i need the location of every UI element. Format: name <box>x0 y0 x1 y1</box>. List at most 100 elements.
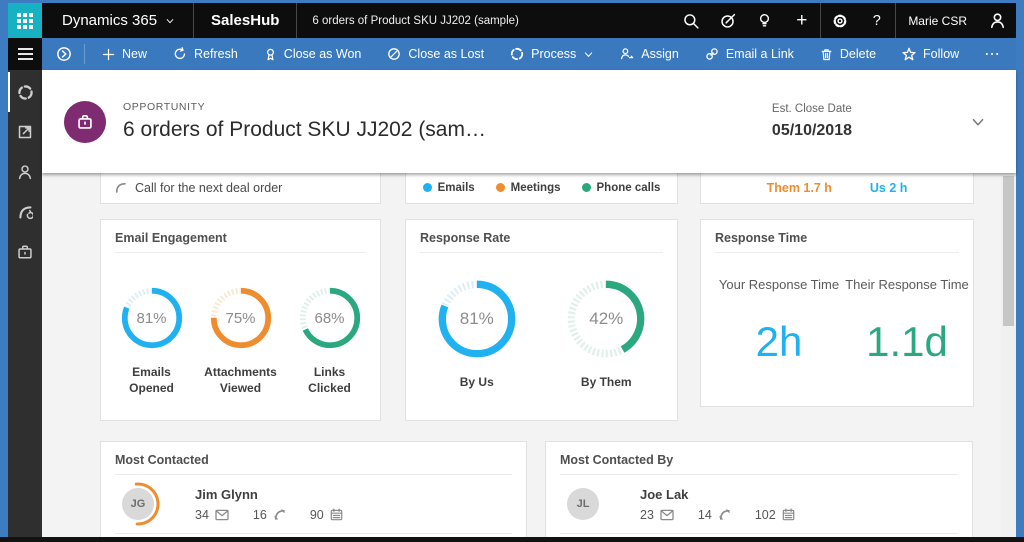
avatar-initials: JL <box>567 488 599 520</box>
quick-create-icon <box>720 13 736 29</box>
add-activity-button[interactable]: + <box>783 3 820 38</box>
divider <box>115 252 366 253</box>
emails-opened-donut: 81% Emails Opened <box>107 285 196 396</box>
page-title: 6 orders of Product SKU JJ202 (sam… <box>123 118 486 142</box>
chevron-down-icon <box>165 16 175 26</box>
window-bottom-edge <box>0 537 1024 542</box>
refresh-button[interactable]: Refresh <box>160 38 251 70</box>
card-title: Response Rate <box>406 220 677 252</box>
sidebar-item-contacts[interactable] <box>8 152 42 192</box>
response-time-columns: Your Response Time 2h Their Response Tim… <box>701 277 973 366</box>
vertical-scrollbar[interactable] <box>1001 173 1016 537</box>
assign-button[interactable]: Assign <box>607 38 692 70</box>
their-response-time: Their Response Time 1.1d <box>843 277 971 366</box>
briefcase-icon <box>17 244 33 260</box>
est-close-date-label: Est. Close Date <box>772 103 852 115</box>
donut-label: Attachments Viewed <box>196 365 285 396</box>
sidebar-item-opportunity[interactable] <box>8 232 42 272</box>
app-name[interactable]: SalesHub <box>194 3 296 38</box>
brand-menu[interactable]: Dynamics 365 <box>42 3 193 38</box>
legend-dot-meetings <box>496 183 505 192</box>
calendar-icon <box>330 508 343 521</box>
new-button[interactable]: New <box>89 38 160 70</box>
close-as-lost-button[interactable]: Close as Lost <box>374 38 497 70</box>
email-engagement-card: Email Engagement 81% Emails Opened <box>100 219 381 421</box>
donut-label: Emails Opened <box>107 365 196 396</box>
person-icon <box>989 12 1006 29</box>
process-circle-icon <box>17 84 34 101</box>
meeting-count: 90 <box>310 508 343 522</box>
quick-create-button[interactable] <box>709 3 746 38</box>
left-nav-sidebar <box>8 70 42 537</box>
delete-button[interactable]: Delete <box>807 38 889 70</box>
avatar-initials: JG <box>122 488 154 520</box>
search-button[interactable] <box>672 3 709 38</box>
app-launcher-button[interactable] <box>8 3 42 38</box>
chevron-down-icon <box>970 114 986 130</box>
process-button[interactable]: Process <box>497 38 607 70</box>
record-title-block: OPPORTUNITY 6 orders of Product SKU JJ20… <box>123 101 486 142</box>
contact-row[interactable]: JG Jim Glynn 34 16 <box>101 475 526 533</box>
process-circle-icon <box>510 47 524 61</box>
sidebar-item-popout[interactable] <box>8 112 42 152</box>
email-count: 34 <box>195 508 229 522</box>
phone-callback-icon <box>17 204 33 220</box>
account-button[interactable] <box>979 3 1016 38</box>
phone-icon <box>718 508 731 521</box>
collapse-header-button[interactable] <box>970 114 986 130</box>
talk-time-card: Them 1.7 h Us 2 h <box>700 173 974 204</box>
your-response-time-value: 2h <box>715 318 843 366</box>
more-commands-button[interactable]: ⋯ <box>972 44 1014 64</box>
close-as-won-button[interactable]: Close as Won <box>251 38 375 70</box>
meeting-count: 102 <box>755 508 795 522</box>
entity-label: OPPORTUNITY <box>123 101 486 113</box>
follow-button[interactable]: Follow <box>889 38 972 70</box>
opportunity-avatar <box>64 101 106 143</box>
settings-button[interactable] <box>821 3 858 38</box>
envelope-icon <box>215 509 229 521</box>
est-close-date-value: 05/10/2018 <box>772 122 852 140</box>
card-title: Response Time <box>701 220 973 252</box>
phone-icon <box>273 508 286 521</box>
search-icon <box>683 13 699 29</box>
waffle-icon <box>17 13 33 29</box>
est-close-date-field[interactable]: Est. Close Date 05/10/2018 <box>772 103 852 140</box>
by-them-donut: 42% By Them <box>542 277 672 391</box>
most-contacted-by-card: Most Contacted By JL Joe Lak 23 14 <box>545 441 973 537</box>
contact-row[interactable]: JL Joe Lak 23 14 102 <box>546 475 972 533</box>
phone-icon <box>114 181 127 194</box>
scrollbar-thumb[interactable] <box>1003 176 1014 326</box>
contact-info: Jim Glynn 34 16 90 <box>195 487 343 522</box>
next-action-card: Call for the next deal order <box>100 173 381 204</box>
contact-avatar: JG <box>115 481 161 527</box>
call-count: 14 <box>698 508 731 522</box>
divider <box>715 252 959 253</box>
contact-avatar: JL <box>560 481 606 527</box>
contact-name: Jim Glynn <box>195 487 343 502</box>
brand-label: Dynamics 365 <box>62 12 157 29</box>
legend-dot-phone-calls <box>582 183 591 192</box>
email-a-link-button[interactable]: Email a Link <box>692 38 807 70</box>
sidebar-item-calls[interactable] <box>8 192 42 232</box>
response-rate-card: Response Rate 81% By Us <box>405 219 678 421</box>
briefcase-icon <box>76 113 94 131</box>
contact-name: Joe Lak <box>640 487 795 502</box>
user-name[interactable]: Marie CSR <box>896 14 979 28</box>
sitemap-toggle-button[interactable] <box>8 38 42 70</box>
divider <box>420 252 663 253</box>
assistant-button[interactable] <box>746 3 783 38</box>
envelope-icon <box>660 509 674 521</box>
donut-row: 81% Emails Opened 75% <box>101 285 380 396</box>
expand-commands-button[interactable] <box>48 46 80 62</box>
card-title: Most Contacted <box>101 442 526 474</box>
us-time-value: Us 2 h <box>870 181 908 195</box>
help-button[interactable]: ? <box>858 3 895 38</box>
donut-percent: 75% <box>208 285 274 351</box>
sidebar-item-process[interactable] <box>8 72 42 112</box>
record-breadcrumb: 6 orders of Product SKU JJ202 (sample) <box>297 15 533 27</box>
relationship-analytics-panel: Call for the next deal order Emails Meet… <box>42 173 1016 537</box>
response-time-card: Response Time Your Response Time 2h Thei… <box>700 219 974 407</box>
links-clicked-donut: 68% Links Clicked <box>285 285 374 396</box>
email-count: 23 <box>640 508 674 522</box>
legend-item-meetings: Meetings <box>496 182 561 194</box>
